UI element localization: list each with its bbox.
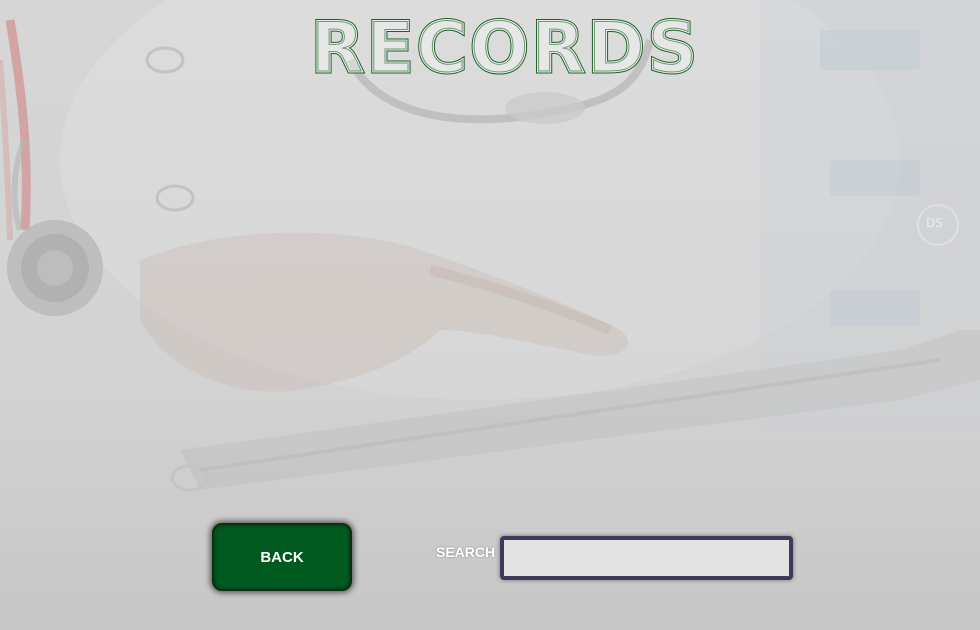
page-title: RECORDS RECORDS: [309, 6, 699, 87]
records-screen: DS RECORDS RECORDS BACK SEARCH: [0, 0, 980, 630]
page-title-fill: RECORDS: [310, 7, 699, 86]
background-overlay: [0, 0, 980, 630]
back-button[interactable]: BACK: [212, 523, 352, 591]
watermark-logo: DS: [926, 216, 943, 230]
search-label: SEARCH: [436, 544, 496, 560]
search-input[interactable]: [500, 536, 793, 580]
